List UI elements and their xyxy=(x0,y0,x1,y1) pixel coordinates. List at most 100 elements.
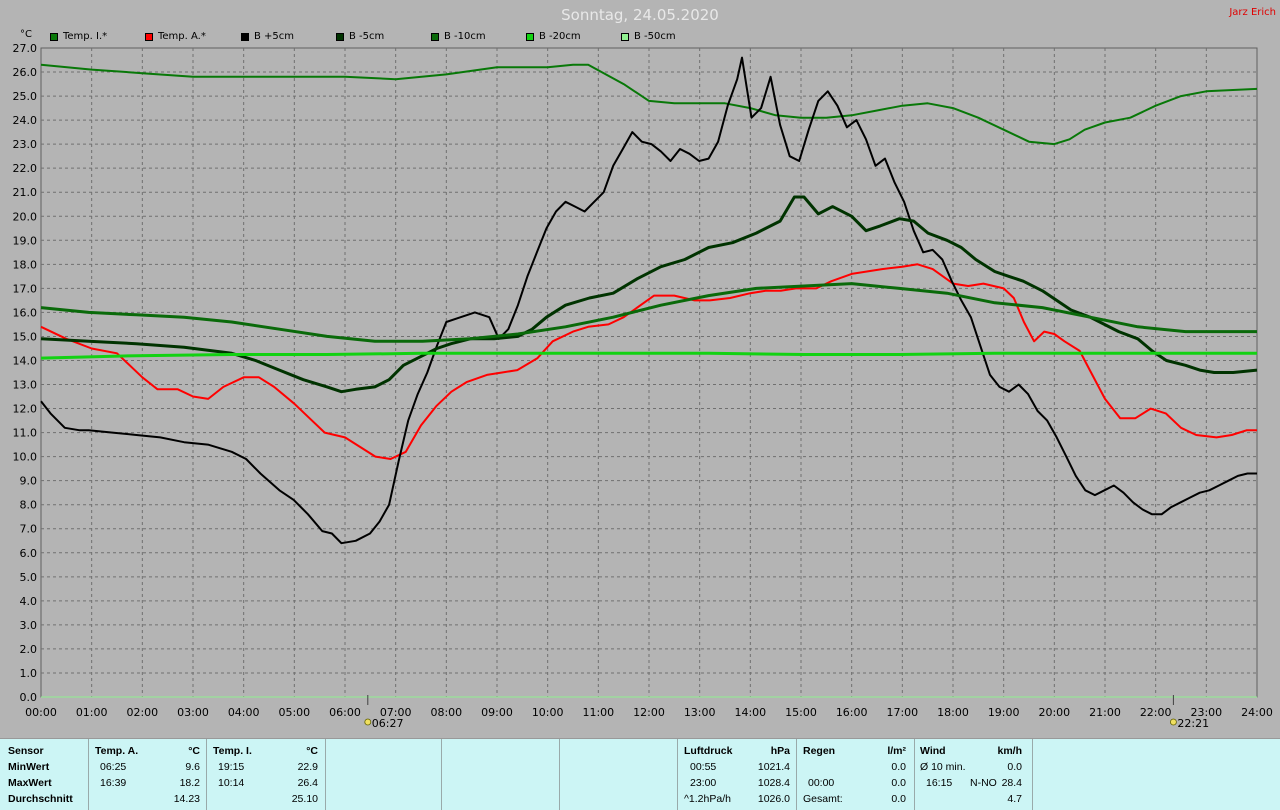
y-tick-label: 22.0 xyxy=(13,162,38,175)
x-tick-label: 22:00 xyxy=(1140,706,1172,719)
temp-a-min-val: 9.6 xyxy=(185,761,200,773)
legend-item: Temp. I.* xyxy=(50,31,107,42)
pressure-max-val: 1028.4 xyxy=(757,777,790,789)
legend-label: B -20cm xyxy=(539,31,581,42)
legend-item: B -50cm xyxy=(621,31,676,42)
x-tick-label: 06:00 xyxy=(329,706,361,719)
sunrise-time-label: 06:27 xyxy=(372,717,404,730)
author-label: Jarz Erich xyxy=(1229,7,1276,18)
temp-i-header: Temp. I. xyxy=(213,745,252,757)
legend-item: B +5cm xyxy=(241,31,294,42)
legend-label: Temp. I.* xyxy=(63,31,108,42)
x-tick-label: 02:00 xyxy=(126,706,158,719)
chart-grid xyxy=(40,47,1258,698)
x-tick-label: 04:00 xyxy=(228,706,260,719)
legend-swatch xyxy=(336,32,344,41)
temp-i-min-time: 19:15 xyxy=(218,761,245,773)
y-tick-label: 15.0 xyxy=(13,330,38,343)
y-tick-label: 4.0 xyxy=(20,595,38,608)
y-tick-label: 17.0 xyxy=(13,282,38,295)
legend-swatch xyxy=(50,32,58,41)
rain-row2-val: 0.0 xyxy=(891,777,906,789)
sunset-time-label: 22:21 xyxy=(1177,717,1209,730)
x-tick-label: 15:00 xyxy=(785,706,817,719)
wind-header: Wind xyxy=(920,745,946,757)
y-tick-label: 10.0 xyxy=(13,451,38,464)
legend-item: B -5cm xyxy=(336,31,384,42)
y-tick-label: 27.0 xyxy=(13,42,38,55)
y-tick-label: 2.0 xyxy=(20,643,38,656)
sunrise-icon xyxy=(364,718,372,726)
wind-unit: km/h xyxy=(997,745,1022,757)
stats-row-min: MinWert xyxy=(8,761,50,773)
x-tick-label: 18:00 xyxy=(937,706,969,719)
x-tick-label: 24:00 xyxy=(1241,706,1273,719)
y-tick-label: 3.0 xyxy=(20,619,38,632)
legend-label: B -50cm xyxy=(634,31,676,42)
pressure-header: Luftdruck xyxy=(684,745,733,757)
x-tick-label: 12:00 xyxy=(633,706,665,719)
y-tick-label: 0.0 xyxy=(20,691,38,704)
rain-total-val: 0.0 xyxy=(891,793,906,805)
y-axis-unit: °C xyxy=(20,29,32,40)
legend-item: Temp. A.* xyxy=(145,31,206,42)
stats-row-max: MaxWert xyxy=(8,777,52,789)
rain-header: Regen xyxy=(803,745,836,757)
wind-row3-val: 4.7 xyxy=(1007,793,1022,805)
rain-row2-time: 00:00 xyxy=(808,777,835,789)
y-tick-label: 23.0 xyxy=(13,138,38,151)
temp-i-avg: 25.10 xyxy=(291,793,318,805)
x-tick-label: 03:00 xyxy=(177,706,209,719)
legend-item: B -10cm xyxy=(431,31,486,42)
y-tick-label: 26.0 xyxy=(13,66,38,79)
x-tick-label: 01:00 xyxy=(76,706,108,719)
x-tick-label: 17:00 xyxy=(886,706,918,719)
x-tick-label: 00:00 xyxy=(25,706,57,719)
x-tick-label: 16:00 xyxy=(836,706,868,719)
x-tick-label: 20:00 xyxy=(1038,706,1070,719)
stats-sensor-header: Sensor xyxy=(8,745,44,757)
legend-swatch xyxy=(621,32,629,41)
y-tick-label: 16.0 xyxy=(13,306,38,319)
y-tick-label: 6.0 xyxy=(20,547,38,560)
temp-a-header: Temp. A. xyxy=(95,745,139,757)
legend-label: B -5cm xyxy=(349,31,385,42)
legend-swatch xyxy=(241,32,249,41)
x-tick-label: 21:00 xyxy=(1089,706,1121,719)
temp-i-min-val: 22.9 xyxy=(297,761,318,773)
x-tick-label: 10:00 xyxy=(532,706,564,719)
wind-avg-label: Ø 10 min. xyxy=(920,761,966,773)
wind-max-time: 16:15 xyxy=(926,777,953,789)
temp-i-max-time: 10:14 xyxy=(218,777,245,789)
x-tick-label: 14:00 xyxy=(734,706,766,719)
x-tick-label: 08:00 xyxy=(430,706,462,719)
legend-label: Temp. A.* xyxy=(158,31,206,42)
legend-swatch xyxy=(526,32,534,41)
temp-a-max-time: 16:39 xyxy=(100,777,127,789)
temp-i-unit: °C xyxy=(306,745,318,757)
x-tick-label: 13:00 xyxy=(684,706,716,719)
x-tick-label: 11:00 xyxy=(582,706,614,719)
y-tick-label: 21.0 xyxy=(13,186,38,199)
y-tick-label: 8.0 xyxy=(20,499,38,512)
y-tick-label: 14.0 xyxy=(13,354,38,367)
legend-label: B +5cm xyxy=(254,31,295,42)
legend-swatch xyxy=(431,32,439,41)
temp-a-avg: 14.23 xyxy=(173,793,200,805)
y-tick-label: 19.0 xyxy=(13,234,38,247)
pressure-unit: hPa xyxy=(770,745,790,757)
y-tick-label: 11.0 xyxy=(13,427,38,440)
y-tick-label: 12.0 xyxy=(13,403,38,416)
y-tick-label: 1.0 xyxy=(20,667,38,680)
rain-unit: l/m² xyxy=(887,745,906,757)
rain-total-label: Gesamt: xyxy=(803,793,843,805)
temperature-chart: 0.0 1.0 2.0 3.0 4.0 5.0 6.0 7.0 8.0 9.0 10.0 11.0 12… xyxy=(13,42,1273,730)
y-tick-label: 9.0 xyxy=(20,475,38,488)
legend-label: B -10cm xyxy=(444,31,486,42)
x-tick-label: 19:00 xyxy=(988,706,1020,719)
temp-i-max-val: 26.4 xyxy=(297,777,318,789)
temp-a-min-time: 06:25 xyxy=(100,761,127,773)
wind-max-val: 28.4 xyxy=(1001,777,1022,789)
temp-a-unit: °C xyxy=(188,745,200,757)
x-tick-label: 09:00 xyxy=(481,706,513,719)
